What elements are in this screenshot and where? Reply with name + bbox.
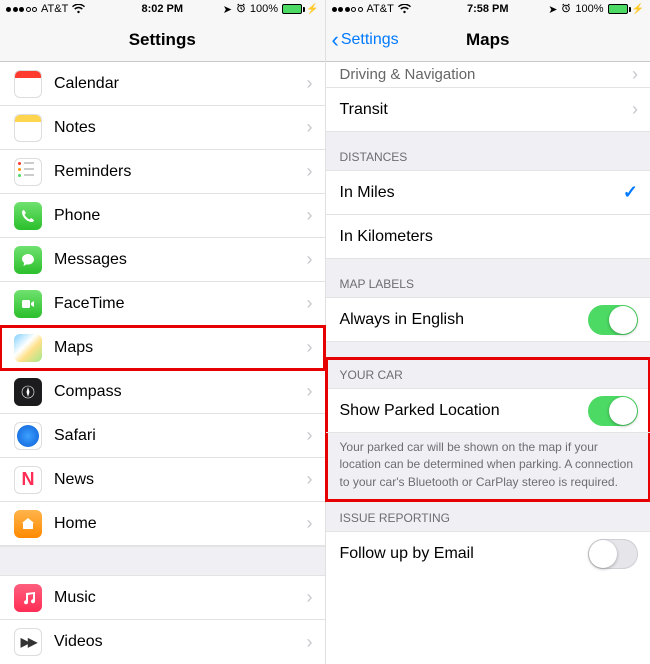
maps-settings-pane: AT&T 7:58 PM ➤ 100% ⚡ ‹ Settings Maps (326, 0, 650, 664)
section-header-distances: DISTANCES (326, 132, 650, 171)
safari-icon (14, 422, 42, 450)
chevron-right-icon: › (307, 632, 313, 653)
back-button[interactable]: ‹ Settings (332, 29, 399, 51)
chevron-right-icon: › (307, 469, 313, 490)
settings-row-home[interactable]: Home › (0, 502, 325, 546)
section-header-your-car: YOUR CAR (326, 358, 650, 389)
messages-icon (14, 246, 42, 274)
settings-row-maps[interactable]: Maps › (0, 326, 325, 370)
toggle-show-parked-location[interactable] (588, 396, 638, 426)
location-icon: ➤ (223, 3, 232, 16)
chevron-right-icon: › (307, 293, 313, 314)
settings-row-news[interactable]: N News › (0, 458, 325, 502)
section-separator (0, 546, 325, 576)
chevron-right-icon: › (307, 587, 313, 608)
chevron-right-icon: › (632, 64, 638, 85)
row-always-english: Always in English (326, 298, 650, 342)
chevron-left-icon: ‹ (332, 29, 339, 51)
battery-percent: 100% (575, 3, 603, 15)
wifi-icon (72, 4, 85, 14)
videos-icon: ▶▶ (14, 628, 42, 656)
location-icon: ➤ (548, 3, 557, 16)
your-car-section-highlight: YOUR CAR Show Parked Location Your parke… (326, 358, 650, 501)
reminders-icon (14, 158, 42, 186)
facetime-icon (14, 290, 42, 318)
wifi-icon (398, 4, 411, 14)
settings-row-safari[interactable]: Safari › (0, 414, 325, 458)
nav-bar: Settings (0, 18, 325, 62)
alarm-icon (561, 3, 571, 16)
signal-strength-icon (6, 7, 37, 12)
compass-icon (14, 378, 42, 406)
home-icon (14, 510, 42, 538)
notes-icon (14, 114, 42, 142)
chevron-right-icon: › (307, 337, 313, 358)
music-icon (14, 584, 42, 612)
settings-row-messages[interactable]: Messages › (0, 238, 325, 282)
battery-icon: ⚡ (608, 4, 644, 15)
carrier-label: AT&T (41, 3, 68, 15)
chevron-right-icon: › (307, 513, 313, 534)
battery-icon: ⚡ (282, 4, 318, 15)
row-transit[interactable]: Transit › (326, 88, 650, 132)
maps-settings-list[interactable]: Driving & Navigation › Transit › DISTANC… (326, 62, 650, 576)
chevron-right-icon: › (307, 381, 313, 402)
carrier-label: AT&T (367, 3, 394, 15)
toggle-always-english[interactable] (588, 305, 638, 335)
chevron-right-icon: › (307, 161, 313, 182)
alarm-icon (236, 3, 246, 16)
page-title: Settings (129, 30, 196, 50)
chevron-right-icon: › (307, 205, 313, 226)
settings-row-music[interactable]: Music › (0, 576, 325, 620)
your-car-footer: Your parked car will be shown on the map… (326, 433, 650, 501)
settings-row-notes[interactable]: Notes › (0, 106, 325, 150)
chevron-right-icon: › (307, 425, 313, 446)
nav-bar: ‹ Settings Maps (326, 18, 650, 62)
news-icon: N (14, 466, 42, 494)
status-bar: AT&T 8:02 PM ➤ 100% ⚡ (0, 0, 325, 18)
signal-strength-icon (332, 7, 363, 12)
row-driving-navigation[interactable]: Driving & Navigation › (326, 62, 650, 88)
phone-icon (14, 202, 42, 230)
page-title: Maps (466, 30, 509, 50)
chevron-right-icon: › (307, 249, 313, 270)
settings-row-calendar[interactable]: Calendar › (0, 62, 325, 106)
chevron-right-icon: › (307, 117, 313, 138)
chevron-right-icon: › (632, 99, 638, 120)
maps-icon (14, 334, 42, 362)
settings-row-facetime[interactable]: FaceTime › (0, 282, 325, 326)
status-bar: AT&T 7:58 PM ➤ 100% ⚡ (326, 0, 650, 18)
row-in-miles[interactable]: In Miles ✓ (326, 171, 650, 215)
row-show-parked-location: Show Parked Location (326, 389, 650, 433)
section-header-issue-reporting: ISSUE REPORTING (326, 501, 650, 532)
settings-row-reminders[interactable]: Reminders › (0, 150, 325, 194)
toggle-followup-email[interactable] (588, 539, 638, 569)
settings-row-phone[interactable]: Phone › (0, 194, 325, 238)
checkmark-icon: ✓ (623, 182, 638, 203)
settings-row-videos[interactable]: ▶▶ Videos › (0, 620, 325, 664)
section-header-map-labels: MAP LABELS (326, 259, 650, 298)
row-followup-email: Follow up by Email (326, 532, 650, 576)
chevron-right-icon: › (307, 73, 313, 94)
row-in-kilometers[interactable]: In Kilometers (326, 215, 650, 259)
calendar-icon (14, 70, 42, 98)
battery-percent: 100% (250, 3, 278, 15)
settings-root-pane: AT&T 8:02 PM ➤ 100% ⚡ Settings Calendar … (0, 0, 326, 664)
settings-row-compass[interactable]: Compass › (0, 370, 325, 414)
